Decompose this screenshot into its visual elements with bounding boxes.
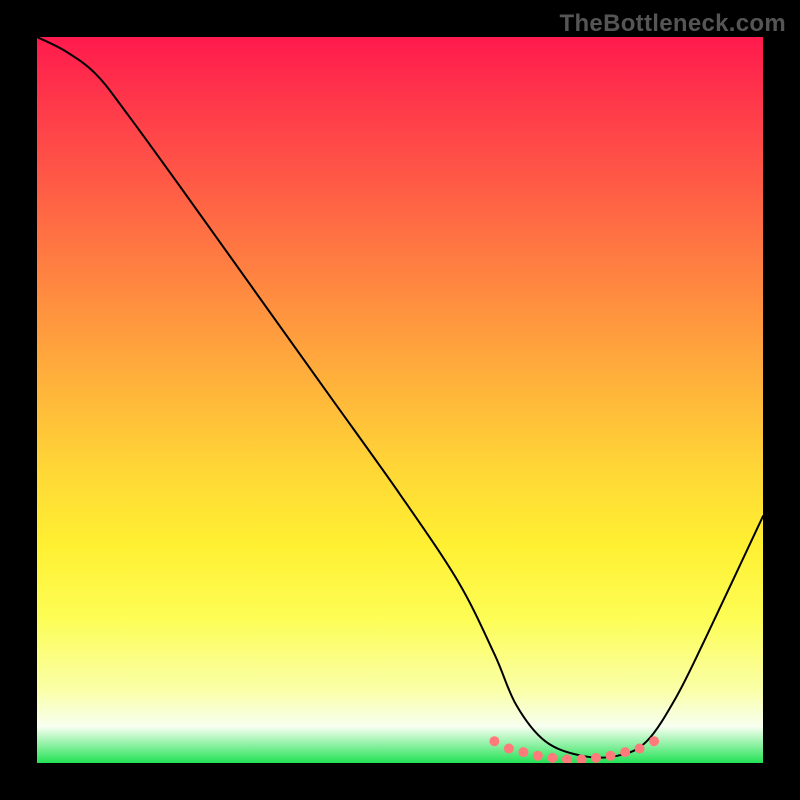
optimal-zone-markers-group [489, 736, 659, 763]
optimal-zone-marker [518, 747, 528, 757]
plot-area [37, 37, 763, 763]
watermark-text: TheBottleneck.com [560, 10, 786, 38]
bottleneck-curve-path [37, 37, 763, 758]
chart-frame: TheBottleneck.com [0, 0, 800, 800]
optimal-zone-marker [591, 753, 601, 763]
optimal-zone-marker [562, 754, 572, 763]
optimal-zone-marker [620, 747, 630, 757]
optimal-zone-marker [649, 736, 659, 746]
curve-svg [37, 37, 763, 763]
optimal-zone-marker [548, 753, 558, 763]
optimal-zone-marker [504, 744, 514, 754]
optimal-zone-marker [533, 751, 543, 761]
optimal-zone-marker [606, 751, 616, 761]
optimal-zone-marker [489, 736, 499, 746]
optimal-zone-marker [635, 744, 645, 754]
optimal-zone-marker [577, 754, 587, 763]
